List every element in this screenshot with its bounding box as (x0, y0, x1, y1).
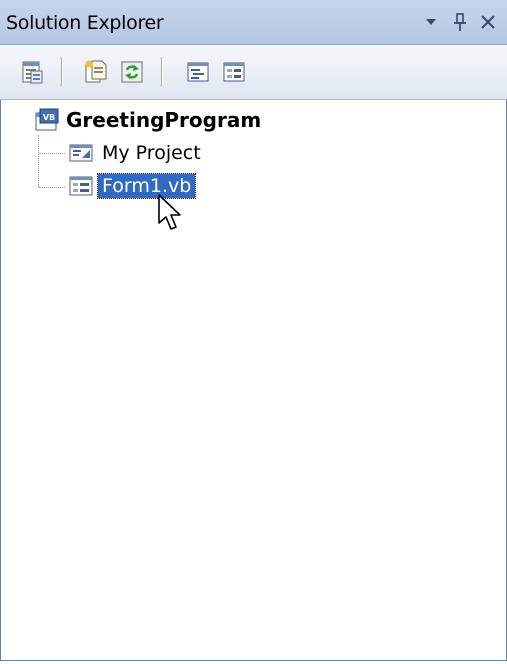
tree-node-form1[interactable]: Form1.vb (68, 173, 197, 199)
tree-connector-line (39, 187, 65, 188)
refresh-button[interactable] (116, 56, 148, 88)
toolbar-separator (61, 57, 62, 87)
dropdown-arrow-icon (426, 19, 436, 25)
panel-toolbar (0, 45, 507, 100)
my-project-icon (68, 140, 94, 166)
show-all-files-icon (85, 60, 107, 83)
close-icon (481, 15, 495, 29)
panel-title: Solution Explorer (6, 12, 164, 34)
solution-explorer-panel: Solution Explorer VB GreetingProgram My … (0, 0, 507, 664)
form1-label: Form1.vb (96, 173, 197, 199)
panel-titlebar: Solution Explorer (0, 0, 507, 45)
refresh-icon (121, 61, 143, 83)
close-panel-button[interactable] (475, 8, 501, 36)
tree-node-my-project[interactable]: My Project (68, 140, 201, 166)
form-file-icon (68, 173, 94, 199)
view-code-icon (187, 62, 209, 82)
tree-connector-line (39, 153, 65, 154)
view-code-button[interactable] (182, 56, 214, 88)
window-position-button[interactable] (418, 8, 444, 36)
view-designer-button[interactable] (218, 56, 250, 88)
project-name: GreetingProgram (66, 108, 262, 132)
my-project-label: My Project (102, 142, 201, 164)
vb-project-icon: VB (34, 107, 60, 133)
show-all-files-button[interactable] (80, 56, 112, 88)
view-designer-icon (223, 62, 245, 82)
properties-icon (22, 61, 43, 84)
auto-hide-pin-button[interactable] (447, 8, 473, 36)
properties-button[interactable] (16, 56, 48, 88)
pin-icon (454, 13, 466, 31)
tree-connector-line (38, 135, 39, 187)
toolbar-separator (161, 57, 162, 87)
svg-text:VB: VB (43, 113, 55, 122)
tree-node-project[interactable]: VB GreetingProgram (34, 107, 261, 133)
